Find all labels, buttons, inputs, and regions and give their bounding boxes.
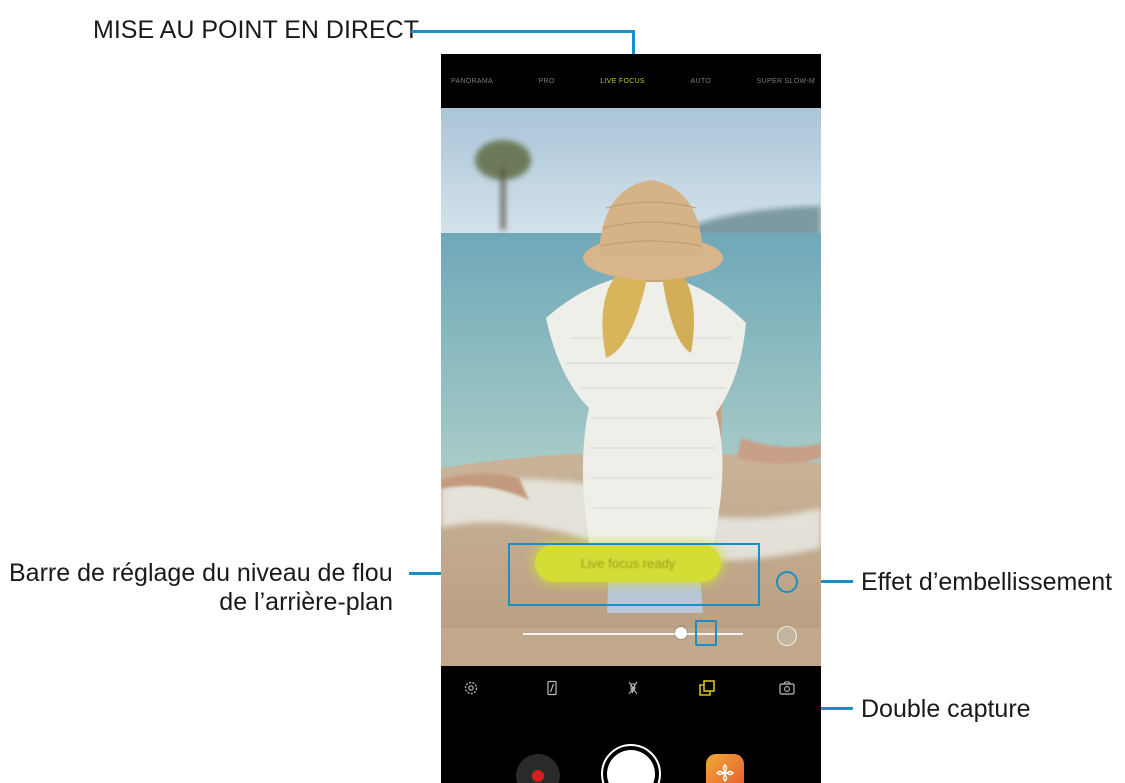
- bixby-vision-button[interactable]: [706, 754, 744, 783]
- blur-slider-thumb[interactable]: [675, 627, 688, 639]
- live-focus-leader-h: [411, 30, 634, 33]
- mode-panorama[interactable]: PANORAMA: [451, 78, 493, 85]
- dual-capture-label: Double capture: [861, 695, 1031, 723]
- blur-bar-highlight: [508, 543, 760, 606]
- mode-auto[interactable]: AUTO: [691, 78, 712, 85]
- mode-super-slow-mo[interactable]: SUPER SLOW-M: [757, 78, 815, 85]
- mode-live-focus[interactable]: LIVE FOCUS: [600, 78, 645, 85]
- shutter-button[interactable]: [601, 744, 661, 783]
- blur-bar-label-line1: Barre de réglage du niveau de flou: [9, 559, 393, 587]
- settings-icon[interactable]: [461, 678, 481, 698]
- background-blur-slider[interactable]: [509, 598, 757, 658]
- live-focus-label: MISE AU POINT EN DIRECT: [93, 16, 419, 44]
- shutter-inner: [607, 750, 655, 783]
- camera-toolbar: [441, 666, 821, 710]
- phone-camera-screen: PANORAMA PRO LIVE FOCUS AUTO SUPER SLOW-…: [441, 54, 821, 783]
- blur-bar-label-line2: de l’arrière-plan: [219, 588, 393, 616]
- beauty-highlight: [776, 571, 798, 593]
- capture-controls: [441, 710, 821, 783]
- camera-mode-bar: PANORAMA PRO LIVE FOCUS AUTO SUPER SLOW-…: [441, 54, 821, 108]
- beauty-effect-button[interactable]: [777, 626, 797, 646]
- flash-icon[interactable]: [542, 678, 562, 698]
- mode-pro[interactable]: PRO: [539, 78, 555, 85]
- record-video-button[interactable]: [516, 754, 560, 783]
- switch-camera-icon[interactable]: [777, 678, 797, 698]
- flash-off-icon[interactable]: [623, 678, 643, 698]
- dual-capture-highlight: [695, 620, 717, 646]
- dual-capture-icon[interactable]: [697, 678, 717, 698]
- beauty-label: Effet d’embellissement: [861, 568, 1113, 596]
- record-icon: [532, 770, 544, 782]
- bixby-vision-icon: [716, 764, 734, 782]
